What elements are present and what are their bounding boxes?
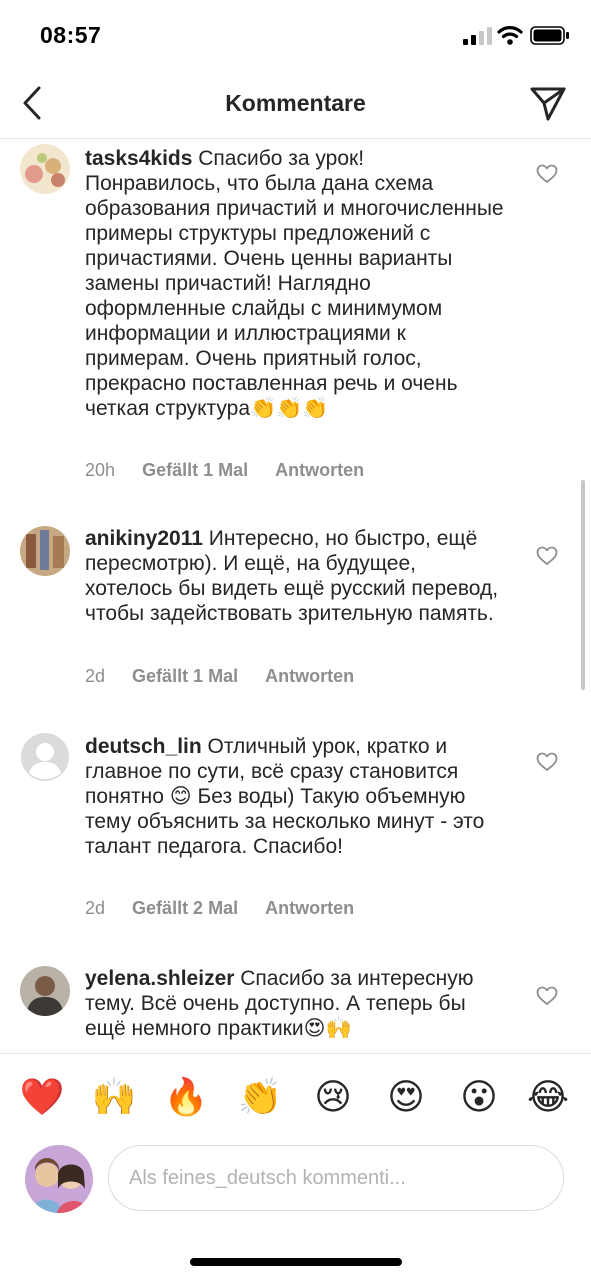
reply-button[interactable]: Antworten — [265, 898, 354, 919]
status-time: 08:57 — [40, 22, 102, 48]
comments-list[interactable]: tasks4kids Спасибо за урок! Понравилось,… — [0, 138, 591, 1053]
heart-outline-icon[interactable] — [536, 164, 558, 184]
current-user-avatar[interactable] — [25, 1145, 93, 1213]
comment-text: anikiny2011 Интересно, но быстро, ещё пе… — [85, 526, 505, 626]
comment-text: tasks4kids Спасибо за урок! Понравилось,… — [85, 146, 505, 421]
default-avatar-icon — [21, 733, 69, 781]
scrollbar[interactable] — [581, 480, 585, 690]
comment-body: Спасибо за урок! Понравилось, что была д… — [85, 147, 504, 420]
emoji-crying-face-button[interactable]: 😢 — [309, 1074, 357, 1122]
emoji-tears-of-joy-button[interactable]: 😂 — [524, 1074, 572, 1122]
comment-username[interactable]: tasks4kids — [85, 147, 192, 170]
comment-text: deutsch_lin Отличный урок, кратко и глав… — [85, 734, 505, 859]
battery-icon — [530, 26, 569, 45]
share-button[interactable] — [528, 84, 568, 124]
comment-input[interactable] — [108, 1145, 564, 1211]
cellular-signal-icon — [463, 27, 492, 45]
reply-button[interactable]: Antworten — [265, 666, 354, 687]
comments-header: Kommentare — [0, 70, 591, 139]
avatar[interactable] — [20, 966, 70, 1016]
comment-likes[interactable]: Gefällt 1 Mal — [142, 460, 248, 481]
comment-meta: 2d Gefällt 1 Mal Antworten — [85, 666, 376, 687]
page-title: Kommentare — [225, 90, 366, 116]
avatar[interactable] — [20, 526, 70, 576]
emoji-bar: ❤️ 🙌 🔥 👏 😢 😍 😮 😂 — [0, 1053, 591, 1142]
comment-time: 2d — [85, 898, 106, 918]
avatar[interactable] — [20, 732, 70, 782]
emoji-red-heart-button[interactable]: ❤️ — [18, 1074, 66, 1122]
comment-meta: 20h Gefällt 1 Mal Antworten — [85, 460, 386, 481]
heart-outline-icon[interactable] — [536, 546, 558, 566]
emoji-raising-hands-button[interactable]: 🙌 — [90, 1074, 138, 1122]
emoji-surprised-face-button[interactable]: 😮 — [455, 1074, 503, 1122]
emoji-fire-button[interactable]: 🔥 — [162, 1074, 210, 1122]
status-bar: 08:57 — [0, 0, 591, 70]
emoji-clapping-hands-button[interactable]: 👏 — [236, 1074, 284, 1122]
emoji-heart-eyes-button[interactable]: 😍 — [382, 1074, 430, 1122]
comment-likes[interactable]: Gefällt 2 Mal — [132, 898, 238, 919]
heart-outline-icon[interactable] — [536, 752, 558, 772]
paper-plane-icon — [530, 87, 566, 121]
wifi-icon — [497, 26, 523, 45]
comment-text: yelena.shleizer Спасибо за интересную те… — [85, 966, 505, 1041]
reply-button[interactable]: Antworten — [275, 460, 364, 481]
home-indicator[interactable] — [190, 1258, 402, 1266]
comment-time: 20h — [85, 460, 116, 480]
comment-meta: 2d Gefällt 2 Mal Antworten — [85, 898, 376, 919]
comment-time: 2d — [85, 666, 106, 686]
comment-likes[interactable]: Gefällt 1 Mal — [132, 666, 238, 687]
heart-outline-icon[interactable] — [536, 986, 558, 1006]
avatar[interactable] — [20, 144, 70, 194]
comment-username[interactable]: deutsch_lin — [85, 735, 202, 758]
comment-username[interactable]: anikiny2011 — [85, 527, 203, 550]
comment-username[interactable]: yelena.shleizer — [85, 967, 234, 990]
